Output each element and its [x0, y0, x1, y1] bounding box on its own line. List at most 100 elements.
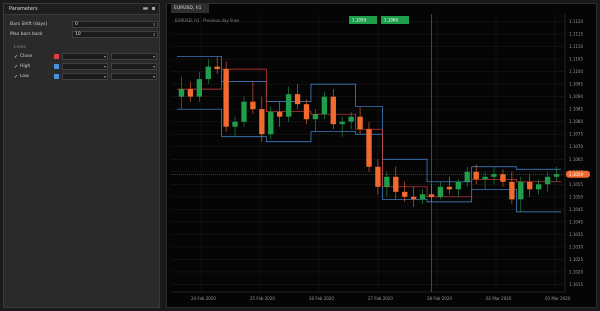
max-bars-input[interactable]: 10 ⇕	[72, 31, 158, 38]
y-tick-label: 1.1055	[569, 182, 583, 187]
buy-button-price: 1.1060	[384, 18, 398, 23]
line-name: Low	[20, 74, 29, 79]
chevron-down-icon: ▾	[103, 64, 106, 69]
y-tick-label: 1.1110	[569, 44, 583, 49]
chart-window[interactable]: EURUSD, h1 1.1120 1.1115 1.1110 1.1105 1.110…	[166, 3, 597, 308]
param-value: 0	[75, 22, 78, 27]
chevron-down-icon: ▾	[103, 54, 106, 59]
color-swatch-high[interactable]	[54, 64, 59, 69]
candle-body	[544, 176, 551, 185]
line-style-select[interactable]: ▾	[62, 73, 108, 80]
line-width-select[interactable]: ▾	[111, 53, 157, 60]
param-row-max-bars: Max bars back 10 ⇕	[10, 31, 160, 39]
spinner-icon[interactable]: ⇕	[153, 32, 156, 38]
line-name: High	[20, 64, 31, 69]
line-style-select[interactable]: ▾	[62, 53, 108, 60]
param-label: Bars Shift (days)	[10, 22, 48, 27]
sell-button[interactable]: 1.1059	[349, 16, 377, 24]
line-style-select[interactable]: ▾	[62, 63, 108, 70]
y-tick-label: 1.1050	[569, 194, 583, 199]
candle-body	[214, 66, 220, 70]
chevron-down-icon: ▾	[152, 54, 155, 59]
candle-body	[366, 129, 372, 167]
candle-body	[223, 69, 229, 127]
close-icon[interactable]: ▪	[150, 5, 157, 12]
x-tick-label: 26 Feb 2020	[309, 296, 334, 301]
checkbox-high[interactable]: ✓	[14, 64, 18, 70]
candle-body	[518, 181, 524, 200]
candle-body	[553, 174, 560, 177]
candle-body	[446, 186, 453, 190]
y-tick-label: 1.1075	[569, 132, 583, 137]
candle-body	[259, 109, 265, 135]
y-tick-label: 1.1030	[569, 244, 583, 249]
color-swatch-low[interactable]	[54, 74, 59, 79]
y-tick-label: 1.1020	[569, 269, 583, 274]
y-tick-label: 1.1045	[569, 207, 583, 212]
y-tick-label: 1.1035	[569, 232, 583, 237]
panel-header: Parameters ▬ ▪	[4, 4, 159, 15]
candle-body	[410, 196, 417, 200]
line-name: Close	[20, 54, 33, 59]
candle-body	[303, 104, 310, 120]
candle-body	[375, 166, 381, 187]
price-chart[interactable]: 1.1120 1.1115 1.1110 1.1105 1.1100 1.1095 1.10…	[167, 4, 598, 309]
candle-body	[339, 121, 345, 125]
panel-title: Parameters	[9, 6, 38, 12]
checkbox-close[interactable]: ✓	[14, 54, 18, 60]
line-width-select[interactable]: ▾	[111, 63, 157, 70]
candle-body	[196, 79, 203, 97]
param-label: Max bars back	[10, 32, 43, 37]
candle-body	[321, 96, 328, 115]
candle-body	[491, 174, 497, 177]
candle-body	[473, 171, 479, 180]
lines-group-label: Lines	[14, 45, 26, 50]
candle-body	[178, 89, 185, 97]
param-value: 10	[75, 32, 81, 37]
candle-body	[348, 116, 354, 122]
y-tick-label: 1.1095	[569, 82, 583, 87]
candle-body	[312, 114, 319, 120]
color-swatch-close[interactable]	[54, 54, 59, 59]
parameters-panel: Parameters ▬ ▪ Bars Shift (days) 0 ⇕ Max…	[3, 3, 160, 308]
chart-legend: EURUSD, h1 · Previous day lines	[175, 18, 239, 23]
candle-body	[357, 116, 363, 130]
y-tick-label: 1.1090	[569, 94, 583, 99]
y-tick-label: 1.1080	[569, 119, 583, 124]
buy-button[interactable]: 1.1060	[381, 16, 409, 24]
candle-body	[428, 194, 435, 197]
candle-body	[535, 184, 542, 190]
candle-body	[402, 191, 408, 197]
candle-body	[330, 96, 336, 125]
chevron-down-icon: ▾	[152, 64, 155, 69]
line-width-select[interactable]: ▾	[111, 73, 157, 80]
spinner-icon[interactable]: ⇕	[153, 22, 156, 28]
candle-body	[277, 111, 283, 117]
candle-body	[241, 101, 247, 122]
candle-body	[482, 176, 488, 180]
y-tick-label: 1.1025	[569, 257, 583, 262]
x-tick-label: 03 Mar 2020	[545, 296, 571, 301]
bars-shift-input[interactable]: 0 ⇕	[72, 21, 158, 28]
line-row-close: ✓ Close ▾ ▾	[14, 53, 157, 61]
candle-body	[232, 121, 238, 127]
candle-body	[205, 66, 211, 80]
candle-body	[464, 171, 470, 182]
candle-body	[509, 181, 515, 200]
x-tick-label: 24 Feb 2020	[191, 296, 216, 301]
sell-button-price: 1.1059	[352, 18, 366, 23]
y-tick-label: 1.1065	[569, 157, 583, 162]
candle-body	[268, 111, 274, 135]
candle-body	[419, 194, 426, 200]
candle-body	[527, 181, 533, 190]
candle-body	[285, 94, 292, 117]
y-tick-label: 1.1120	[569, 19, 583, 24]
y-tick-label: 1.1100	[569, 69, 583, 74]
checkbox-low[interactable]: ✓	[14, 74, 18, 80]
minimize-icon[interactable]: ▬	[142, 5, 149, 12]
x-tick-label: 02 Mar 2020	[486, 296, 512, 301]
candle-body	[250, 101, 256, 110]
candle-body	[455, 181, 461, 190]
line-row-high: ✓ High ▾ ▾	[14, 63, 157, 71]
y-tick-label: 1.1085	[569, 107, 583, 112]
